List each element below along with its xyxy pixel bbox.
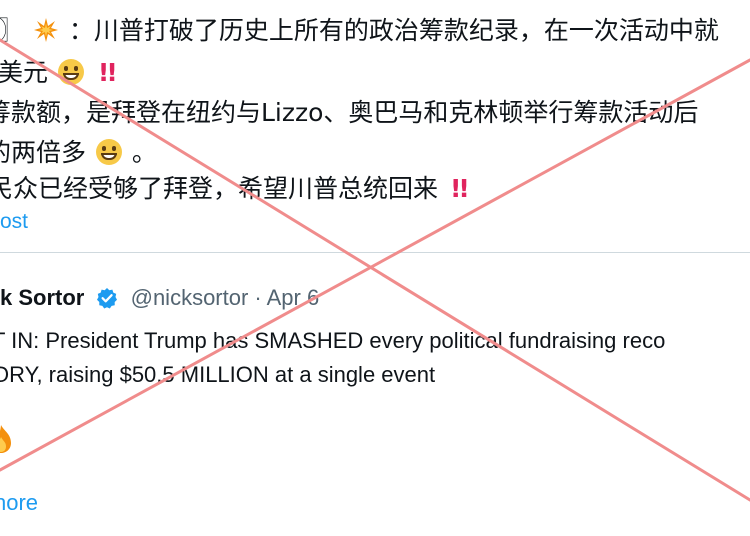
post-text-prefix: 〗 <box>0 16 24 45</box>
collision-emoji-icon <box>33 18 58 42</box>
quoted-text-line-2: ORY, raising $50.5 MILLION at a single e… <box>0 362 436 387</box>
show-post-link[interactable]: ost <box>0 210 28 234</box>
post-text-line-5: 民众已经受够了拜登，希望川普总统回来 !! <box>0 172 470 206</box>
quoted-author-handle-date[interactable]: @nicksortor · Apr 6 <box>131 285 320 310</box>
quoted-author-name[interactable]: k Sortor <box>0 285 84 310</box>
grinning-emoji-icon <box>95 139 122 165</box>
post-text-line-3-body: 筹款额，是拜登在纽约与Lizzo、奥巴马和克林顿举行筹款活动后 <box>0 98 699 127</box>
tweet-screenshot: 〗 ：川普打破了历史上所有的政治筹款纪录，在一次活动中就 美元 !! 筹款额，是… <box>0 0 750 536</box>
post-text-line-4: 的两倍多 。 <box>0 136 157 170</box>
verified-badge-icon <box>97 288 118 309</box>
show-more-link[interactable]: nore <box>0 490 38 516</box>
post-text-line-5-body: 民众已经受够了拜登，希望川普总统回来 <box>0 174 439 203</box>
post-text-line-2-body: 美元 <box>0 58 49 87</box>
post-text-line-4-suffix: 。 <box>131 138 157 167</box>
quoted-text-line-1: T IN: President Trump has SMASHED every … <box>0 328 666 353</box>
fire-emoji-icon <box>0 425 11 453</box>
double-exclamation-emoji-icon: !! <box>449 174 470 203</box>
post-text-line-1-body: ：川普打破了历史上所有的政治筹款纪录，在一次活动中就 <box>68 16 719 45</box>
post-text-line-3: 筹款额，是拜登在纽约与Lizzo、奥巴马和克林顿举行筹款活动后 <box>0 96 698 130</box>
post-text-line-1: 〗 ：川普打破了历史上所有的政治筹款纪录，在一次活动中就 <box>0 14 719 48</box>
grinning-emoji-icon <box>57 59 84 85</box>
quoted-tweet-header[interactable]: k Sortor @nicksortor · Apr 6 <box>0 283 319 313</box>
post-text-line-2: 美元 !! <box>0 56 118 90</box>
post-text-line-4-body: 的两倍多 <box>0 138 87 167</box>
double-exclamation-emoji-icon: !! <box>97 58 118 87</box>
quote-divider <box>0 252 750 253</box>
